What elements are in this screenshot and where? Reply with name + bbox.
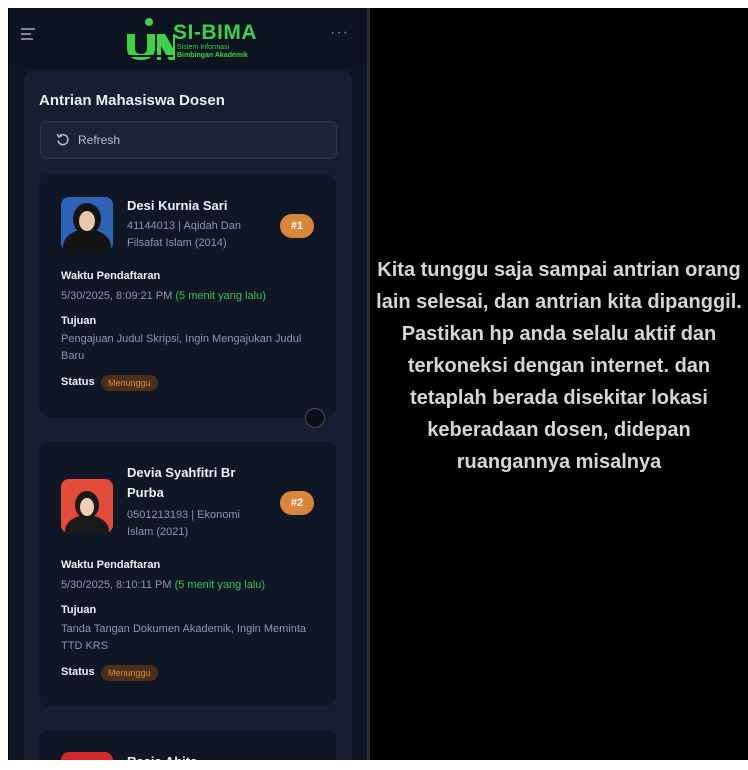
queue-card: Devia Syahfitri Br Purba 0501213193 | Ek… bbox=[39, 441, 336, 706]
queue-rank-badge: #1 bbox=[280, 214, 314, 238]
student-name: Rasis Ahita bbox=[127, 752, 197, 760]
time-ago: (5 menit yang lalu) bbox=[175, 290, 266, 302]
waktu-label: Waktu Pendaftaran bbox=[61, 559, 161, 571]
app-logo-subtitle-2: Bimbingan Akademik bbox=[177, 52, 248, 59]
waktu-value: 5/30/2025, 8:10:11 PM (5 menit yang lalu… bbox=[61, 579, 266, 591]
time-ago: (5 menit yang lalu) bbox=[174, 579, 266, 591]
app-logo-title: SI-BIMA bbox=[173, 21, 257, 44]
student-meta: 0501213193 | Ekonomi Islam (2021) bbox=[127, 509, 240, 538]
refresh-icon bbox=[56, 133, 69, 146]
tujuan-value: Pengajuan Judul Skripsi, Ingin Mengajuka… bbox=[61, 333, 302, 362]
avatar bbox=[61, 752, 113, 760]
app-screen: SI-BIMA Sistem Informasi Bimbingan Akade… bbox=[9, 8, 367, 760]
more-options-icon[interactable]: ··· bbox=[330, 24, 349, 42]
avatar bbox=[61, 479, 113, 533]
queue-card: Desi Kurnia Sari 41144013 | Aqidah Dan F… bbox=[39, 174, 336, 417]
student-meta: 41144013 | Aqidah Dan Filsafat Islam (20… bbox=[127, 220, 241, 249]
avatar bbox=[61, 197, 113, 251]
status-label: Status bbox=[61, 666, 95, 678]
floating-action-dot[interactable] bbox=[305, 408, 325, 428]
tujuan-label: Tujuan bbox=[61, 604, 97, 616]
top-border bbox=[0, 0, 748, 8]
status-badge: Menunggu bbox=[101, 665, 158, 681]
tujuan-value: Tanda Tangan Dokumen Akademik, Ingin Mem… bbox=[61, 623, 306, 652]
refresh-button[interactable]: Refresh bbox=[40, 121, 337, 159]
tujuan-label: Tujuan bbox=[61, 315, 97, 327]
waktu-value: 5/30/2025, 8:09:21 PM (5 menit yang lalu… bbox=[61, 290, 266, 302]
student-name: Desi Kurnia Sari bbox=[127, 198, 228, 213]
status-label: Status bbox=[61, 376, 95, 388]
app-logo-subtitle-1: Sistem Informasi bbox=[177, 44, 230, 51]
queue-panel: Antrian Mahasiswa Dosen Refresh Desi Kur… bbox=[24, 70, 352, 760]
status-badge: Menunggu bbox=[101, 375, 158, 391]
page-title: Antrian Mahasiswa Dosen bbox=[39, 92, 225, 109]
student-name: Devia Syahfitri Br Purba bbox=[127, 465, 236, 500]
queue-card: Rasis Ahita bbox=[39, 730, 336, 760]
left-border bbox=[0, 0, 8, 770]
waktu-label: Waktu Pendaftaran bbox=[61, 270, 161, 282]
queue-rank-badge: #2 bbox=[280, 491, 314, 515]
bottom-border bbox=[0, 760, 748, 770]
refresh-label: Refresh bbox=[78, 133, 121, 147]
video-caption: Kita tunggu saja sampai antrian orang la… bbox=[376, 259, 742, 473]
logo-icon bbox=[121, 18, 175, 60]
hamburger-menu-icon[interactable] bbox=[21, 28, 35, 40]
app-header: SI-BIMA Sistem Informasi Bimbingan Akade… bbox=[9, 8, 367, 68]
